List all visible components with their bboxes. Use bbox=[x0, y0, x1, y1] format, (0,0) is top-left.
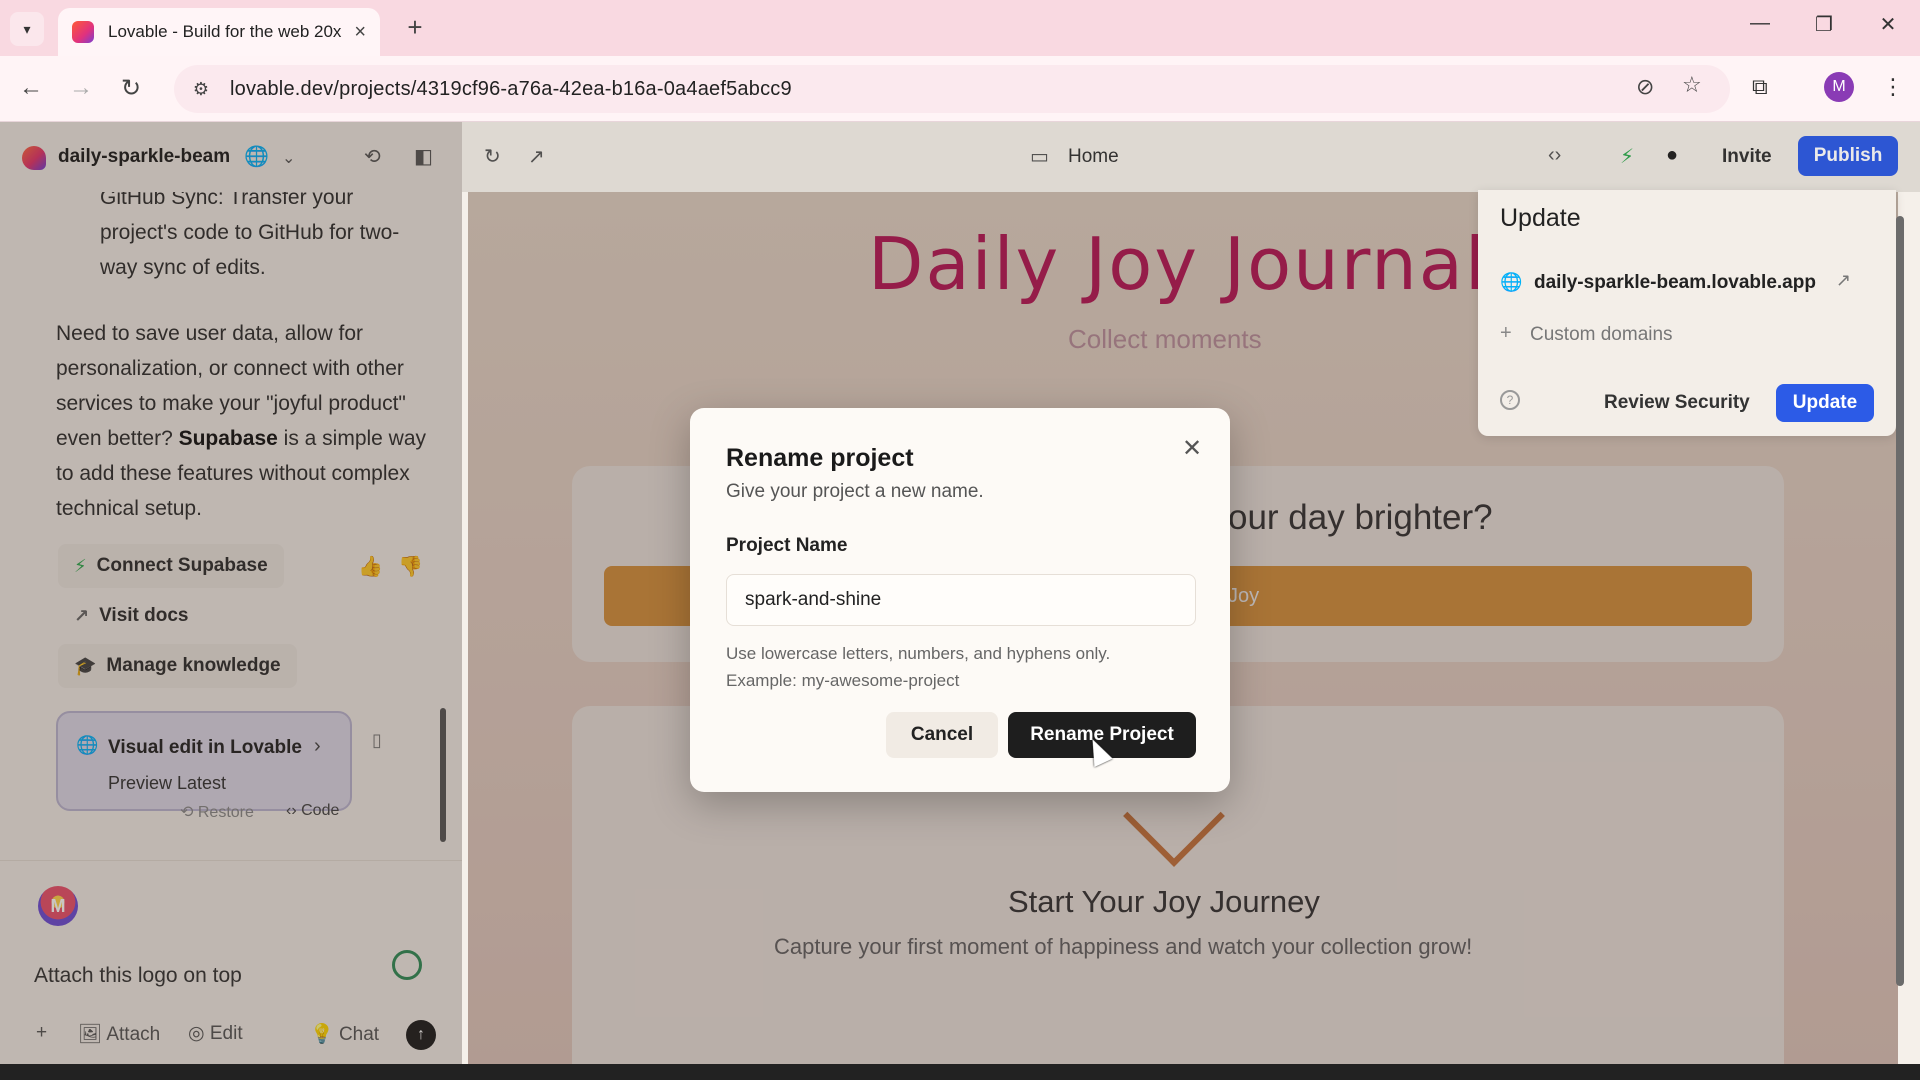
browser-tab[interactable]: Lovable - Build for the web 20x × bbox=[58, 8, 380, 56]
dialog-title: Rename project bbox=[726, 444, 914, 472]
cancel-button[interactable]: Cancel bbox=[886, 712, 998, 758]
project-name-input[interactable] bbox=[726, 574, 1196, 626]
close-icon[interactable]: ✕ bbox=[1182, 434, 1202, 463]
custom-domains-link[interactable]: Custom domains bbox=[1530, 324, 1673, 346]
globe-icon: 🌐 bbox=[1500, 272, 1523, 292]
project-name-hint: Use lowercase letters, numbers, and hyph… bbox=[726, 644, 1111, 690]
minimize-window-button[interactable]: — bbox=[1740, 12, 1780, 35]
forward-button[interactable]: → bbox=[64, 74, 98, 102]
dialog-description: Give your project a new name. bbox=[726, 481, 984, 502]
tab-search-button[interactable]: ▾ bbox=[10, 12, 44, 46]
help-icon[interactable]: ? bbox=[1500, 390, 1520, 410]
extensions-icon[interactable]: ⧉ bbox=[1752, 74, 1768, 100]
address-bar[interactable]: ⚙ lovable.dev/projects/4319cf96-a76a-42e… bbox=[174, 65, 1730, 113]
close-tab-icon[interactable]: × bbox=[354, 21, 366, 44]
bookmark-star-icon[interactable]: ☆ bbox=[1682, 72, 1702, 98]
back-button[interactable]: ← bbox=[14, 74, 48, 102]
browser-toolbar: ← → ↻ ⚙ lovable.dev/projects/4319cf96-a7… bbox=[0, 56, 1920, 122]
preview-scrollbar[interactable] bbox=[1896, 192, 1904, 992]
profile-avatar[interactable]: M bbox=[1824, 72, 1854, 102]
project-name-label: Project Name bbox=[726, 535, 848, 556]
browser-tab-bar: ▾ Lovable - Build for the web 20x × + — … bbox=[0, 0, 1920, 56]
external-link-icon[interactable]: ↗ bbox=[1836, 270, 1851, 291]
bottom-edge bbox=[0, 1064, 1920, 1080]
review-security-button[interactable]: Review Security bbox=[1604, 392, 1750, 414]
update-title: Update bbox=[1500, 204, 1581, 232]
published-domain[interactable]: daily-sparkle-beam.lovable.app bbox=[1534, 272, 1816, 294]
overlay-left bbox=[0, 122, 462, 1080]
plus-icon: + bbox=[1500, 322, 1512, 344]
update-popover: Update 🌐 daily-sparkle-beam.lovable.app … bbox=[1478, 190, 1896, 436]
overlay-header bbox=[462, 122, 1920, 192]
tab-title: Lovable - Build for the web 20x bbox=[108, 22, 342, 41]
lovable-favicon-icon bbox=[72, 21, 94, 43]
rename-project-dialog: Rename project Give your project a new n… bbox=[690, 408, 1230, 792]
tracking-blocked-icon[interactable]: ⊘ bbox=[1636, 74, 1654, 100]
site-info-icon[interactable]: ⚙ bbox=[184, 79, 218, 100]
browser-menu-icon[interactable]: ⋮ bbox=[1882, 74, 1904, 100]
close-window-button[interactable]: ✕ bbox=[1868, 12, 1908, 37]
reload-button[interactable]: ↻ bbox=[114, 74, 148, 103]
restore-window-button[interactable]: ❐ bbox=[1804, 12, 1844, 37]
preview-scrollbar-thumb[interactable] bbox=[1896, 216, 1904, 986]
url-text[interactable]: lovable.dev/projects/4319cf96-a76a-42ea-… bbox=[230, 78, 792, 101]
update-button[interactable]: Update bbox=[1776, 384, 1874, 422]
new-tab-button[interactable]: + bbox=[398, 12, 432, 43]
